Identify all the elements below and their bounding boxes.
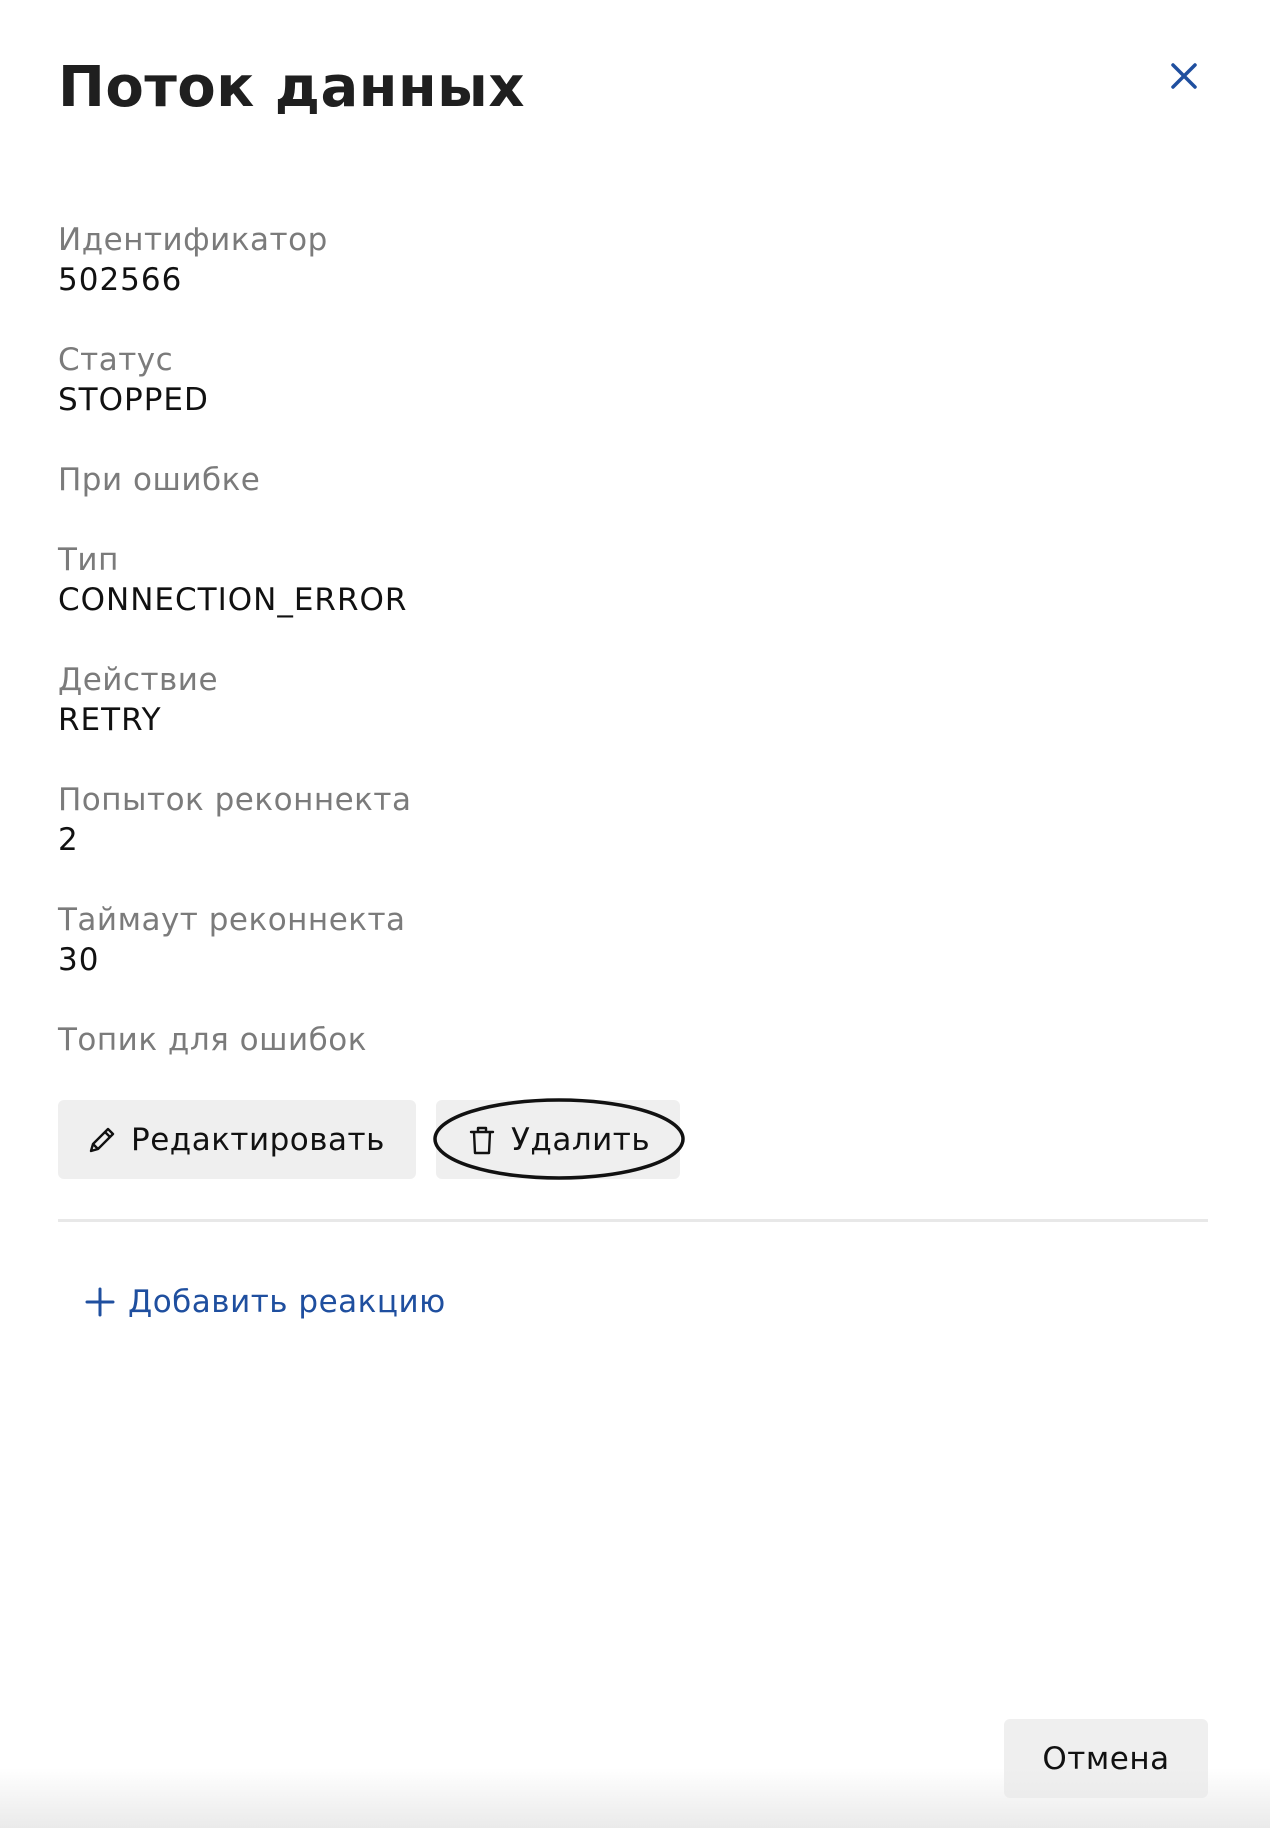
field-type: Тип CONNECTION_ERROR [58,540,407,620]
field-reconnect-attempts: Попыток реконнекта 2 [58,780,411,860]
field-status-value: STOPPED [58,382,209,418]
add-reaction-link[interactable]: Добавить реакцию [84,1284,446,1320]
field-reconnect-timeout-label: Таймаут реконнекта [58,902,406,938]
close-icon [1171,63,1197,89]
pencil-icon [89,1127,115,1152]
field-error-topic: Топик для ошибок [58,1020,367,1060]
field-reconnect-attempts-label: Попыток реконнекта [58,782,412,818]
data-flow-panel: Поток данных Идентификатор 502566 Статус… [0,0,1270,1828]
field-id-label: Идентификатор [58,222,328,258]
field-action: Действие RETRY [58,660,218,740]
delete-button-label: Удалить [511,1121,651,1158]
plus-icon [85,1287,115,1317]
field-reconnect-attempts-value: 2 [58,822,79,858]
trash-icon [469,1126,495,1154]
section-on-error-label: При ошибке [58,462,261,498]
field-action-label: Действие [58,662,219,698]
field-error-topic-label: Топик для ошибок [58,1022,367,1058]
close-button[interactable] [1164,56,1204,96]
field-status: Статус STOPPED [58,340,209,420]
bottom-shade [0,1768,1270,1828]
field-reconnect-timeout-value: 30 [58,942,100,978]
page-title: Поток данных [58,55,525,120]
add-reaction-label: Добавить реакцию [128,1284,446,1320]
field-id-value: 502566 [58,262,183,298]
delete-button[interactable]: Удалить [436,1100,680,1179]
field-reconnect-timeout: Таймаут реконнекта 30 [58,900,406,980]
field-id: Идентификатор 502566 [58,220,328,300]
edit-button-label: Редактировать [131,1121,385,1158]
field-type-label: Тип [58,542,119,578]
field-type-value: CONNECTION_ERROR [58,582,408,618]
field-status-label: Статус [58,342,174,378]
field-action-value: RETRY [58,702,162,738]
divider [58,1219,1208,1222]
section-on-error: При ошибке [58,460,260,500]
edit-button[interactable]: Редактировать [58,1100,416,1179]
